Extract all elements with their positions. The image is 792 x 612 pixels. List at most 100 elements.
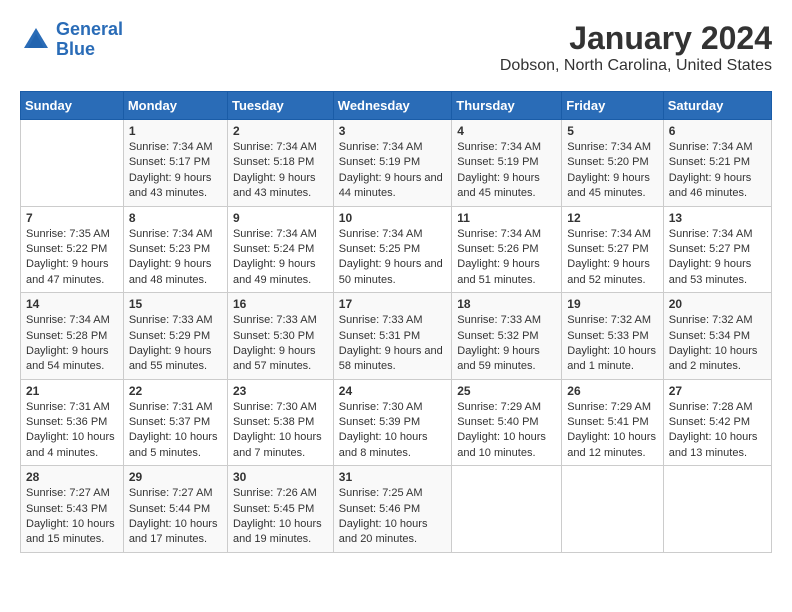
day-info: Sunrise: 7:31 AMSunset: 5:37 PMDaylight:… [129,400,222,462]
calendar-cell: 27 Sunrise: 7:28 AMSunset: 5:42 PMDayligh… [663,379,771,466]
calendar-cell: 17Sunrise: 7:33 AMSunset: 5:31 PMDayligh… [333,293,451,380]
calendar-week-row: 7 Sunrise: 7:35 AMSunset: 5:22 PMDaylight… [21,206,772,293]
day-info: Sunrise: 7:30 AMSunset: 5:39 PMDaylight:… [339,400,446,462]
day-info: Sunrise: 7:32 AMSunset: 5:34 PMDaylight:… [669,313,766,375]
calendar-cell: 1 Sunrise: 7:34 AMSunset: 5:17 PMDaylight… [123,120,227,207]
day-info: Sunrise: 7:34 AMSunset: 5:27 PMDaylight:… [669,227,766,289]
day-number: 7 [26,211,118,225]
calendar-cell: 8 Sunrise: 7:34 AMSunset: 5:23 PMDaylight… [123,206,227,293]
day-info: Sunrise: 7:35 AMSunset: 5:22 PMDaylight:… [26,227,118,289]
day-info: Sunrise: 7:28 AMSunset: 5:42 PMDaylight:… [669,400,766,462]
day-info: Sunrise: 7:34 AMSunset: 5:17 PMDaylight:… [129,140,222,202]
calendar-cell [562,466,663,553]
day-info: Sunrise: 7:33 AMSunset: 5:29 PMDaylight:… [129,313,222,375]
day-info: Sunrise: 7:34 AMSunset: 5:24 PMDaylight:… [233,227,328,289]
calendar-cell: 24 Sunrise: 7:30 AMSunset: 5:39 PMDayligh… [333,379,451,466]
calendar-cell: 16Sunrise: 7:33 AMSunset: 5:30 PMDayligh… [227,293,333,380]
calendar-cell: 5 Sunrise: 7:34 AMSunset: 5:20 PMDaylight… [562,120,663,207]
calendar-cell: 7 Sunrise: 7:35 AMSunset: 5:22 PMDaylight… [21,206,124,293]
calendar-table: SundayMondayTuesdayWednesdayThursdayFrid… [20,91,772,553]
calendar-cell: 11Sunrise: 7:34 AMSunset: 5:26 PMDayligh… [452,206,562,293]
day-info: Sunrise: 7:34 AMSunset: 5:23 PMDaylight:… [129,227,222,289]
day-number: 12 [567,211,657,225]
calendar-cell: 3Sunrise: 7:34 AMSunset: 5:19 PMDaylight… [333,120,451,207]
calendar-cell: 15 Sunrise: 7:33 AMSunset: 5:29 PMDayligh… [123,293,227,380]
day-info: Sunrise: 7:27 AMSunset: 5:44 PMDaylight:… [129,486,222,548]
day-number: 3 [339,124,446,138]
day-info: Sunrise: 7:27 AMSunset: 5:43 PMDaylight:… [26,486,118,548]
day-number: 30 [233,470,328,484]
calendar-week-row: 1 Sunrise: 7:34 AMSunset: 5:17 PMDaylight… [21,120,772,207]
weekday-header-friday: Friday [562,92,663,120]
calendar-week-row: 14 Sunrise: 7:34 AMSunset: 5:28 PMDayligh… [21,293,772,380]
calendar-cell: 10 Sunrise: 7:34 AMSunset: 5:25 PMDayligh… [333,206,451,293]
day-number: 24 [339,384,446,398]
day-number: 22 [129,384,222,398]
day-info: Sunrise: 7:34 AMSunset: 5:19 PMDaylight:… [457,140,556,202]
page-header: General Blue January 2024 Dobson, North … [20,20,772,75]
weekday-header-sunday: Sunday [21,92,124,120]
calendar-cell: 30 Sunrise: 7:26 AMSunset: 5:45 PMDayligh… [227,466,333,553]
calendar-cell: 28 Sunrise: 7:27 AMSunset: 5:43 PMDayligh… [21,466,124,553]
day-number: 28 [26,470,118,484]
day-info: Sunrise: 7:34 AMSunset: 5:18 PMDaylight:… [233,140,328,202]
day-number: 13 [669,211,766,225]
day-number: 5 [567,124,657,138]
day-info: Sunrise: 7:25 AMSunset: 5:46 PMDaylight:… [339,486,446,548]
calendar-cell: 31 Sunrise: 7:25 AMSunset: 5:46 PMDayligh… [333,466,451,553]
day-info: Sunrise: 7:33 AMSunset: 5:31 PMDaylight:… [339,313,446,375]
calendar-week-row: 21Sunrise: 7:31 AMSunset: 5:36 PMDayligh… [21,379,772,466]
day-info: Sunrise: 7:33 AMSunset: 5:32 PMDaylight:… [457,313,556,375]
calendar-cell: 6Sunrise: 7:34 AMSunset: 5:21 PMDaylight… [663,120,771,207]
day-info: Sunrise: 7:30 AMSunset: 5:38 PMDaylight:… [233,400,328,462]
day-number: 11 [457,211,556,225]
day-info: Sunrise: 7:34 AMSunset: 5:25 PMDaylight:… [339,227,446,289]
weekday-header-saturday: Saturday [663,92,771,120]
day-number: 2 [233,124,328,138]
day-number: 9 [233,211,328,225]
day-number: 16 [233,297,328,311]
calendar-cell: 9 Sunrise: 7:34 AMSunset: 5:24 PMDaylight… [227,206,333,293]
day-number: 19 [567,297,657,311]
calendar-week-row: 28 Sunrise: 7:27 AMSunset: 5:43 PMDayligh… [21,466,772,553]
day-number: 8 [129,211,222,225]
day-info: Sunrise: 7:34 AMSunset: 5:28 PMDaylight:… [26,313,118,375]
day-number: 18 [457,297,556,311]
day-number: 15 [129,297,222,311]
day-number: 14 [26,297,118,311]
day-info: Sunrise: 7:34 AMSunset: 5:27 PMDaylight:… [567,227,657,289]
day-number: 21 [26,384,118,398]
weekday-header-monday: Monday [123,92,227,120]
calendar-cell: 29 Sunrise: 7:27 AMSunset: 5:44 PMDayligh… [123,466,227,553]
calendar-cell: 25Sunrise: 7:29 AMSunset: 5:40 PMDayligh… [452,379,562,466]
day-number: 10 [339,211,446,225]
calendar-cell [452,466,562,553]
calendar-cell: 22 Sunrise: 7:31 AMSunset: 5:37 PMDayligh… [123,379,227,466]
day-number: 1 [129,124,222,138]
title-block: January 2024 Dobson, North Carolina, Uni… [500,20,772,75]
day-number: 26 [567,384,657,398]
day-info: Sunrise: 7:29 AMSunset: 5:41 PMDaylight:… [567,400,657,462]
day-number: 23 [233,384,328,398]
day-info: Sunrise: 7:26 AMSunset: 5:45 PMDaylight:… [233,486,328,548]
calendar-cell: 21Sunrise: 7:31 AMSunset: 5:36 PMDayligh… [21,379,124,466]
logo: General Blue [20,20,123,60]
day-number: 31 [339,470,446,484]
weekday-header-tuesday: Tuesday [227,92,333,120]
calendar-cell: 4Sunrise: 7:34 AMSunset: 5:19 PMDaylight… [452,120,562,207]
calendar-cell: 19 Sunrise: 7:32 AMSunset: 5:33 PMDayligh… [562,293,663,380]
day-number: 29 [129,470,222,484]
calendar-cell: 26 Sunrise: 7:29 AMSunset: 5:41 PMDayligh… [562,379,663,466]
calendar-header-row: SundayMondayTuesdayWednesdayThursdayFrid… [21,92,772,120]
logo-text: General Blue [56,20,123,60]
day-number: 27 [669,384,766,398]
calendar-cell [21,120,124,207]
page-title: January 2024 [500,20,772,57]
logo-general: General [56,19,123,39]
day-info: Sunrise: 7:29 AMSunset: 5:40 PMDaylight:… [457,400,556,462]
day-info: Sunrise: 7:34 AMSunset: 5:20 PMDaylight:… [567,140,657,202]
logo-icon [20,24,52,56]
day-info: Sunrise: 7:32 AMSunset: 5:33 PMDaylight:… [567,313,657,375]
calendar-cell: 23 Sunrise: 7:30 AMSunset: 5:38 PMDayligh… [227,379,333,466]
day-info: Sunrise: 7:34 AMSunset: 5:21 PMDaylight:… [669,140,766,202]
